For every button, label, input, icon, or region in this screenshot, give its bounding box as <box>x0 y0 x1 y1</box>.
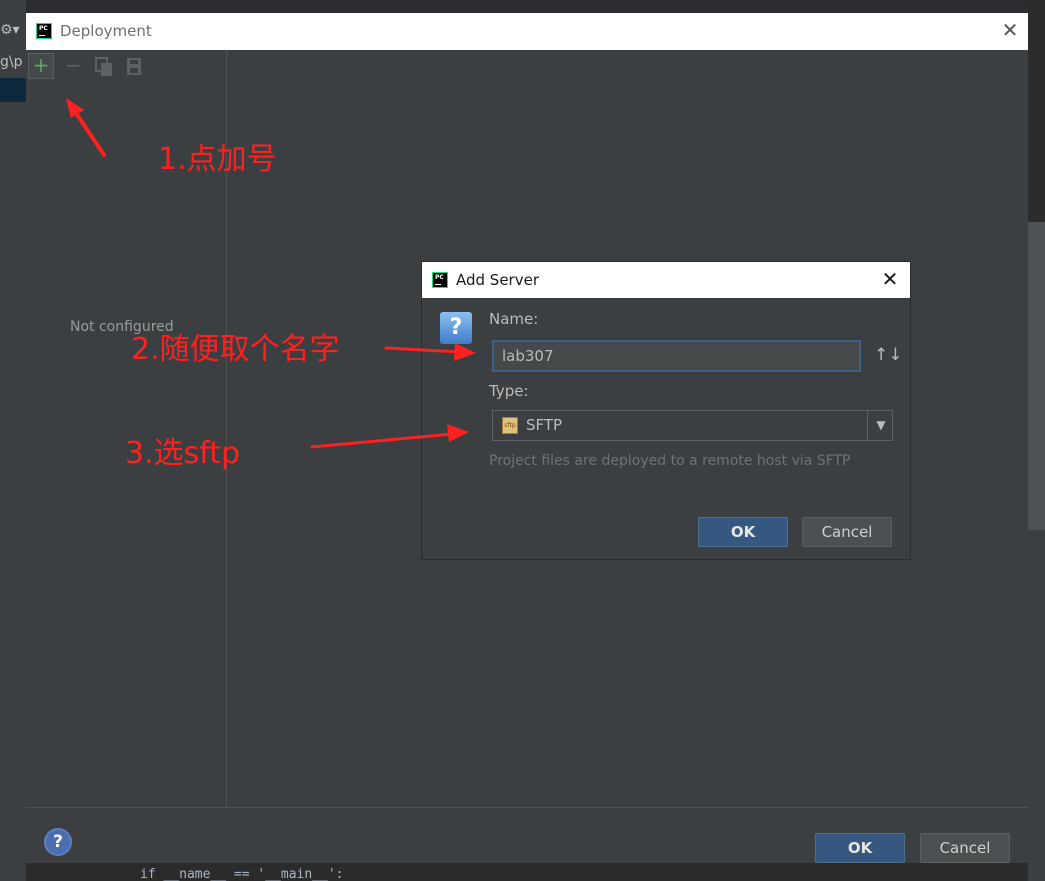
ide-right-editor-strip <box>1028 0 1045 222</box>
name-input[interactable] <box>492 340 861 372</box>
ide-left-selected-row <box>0 78 26 102</box>
pycharm-logo-icon: PC <box>432 272 448 288</box>
add-server-title: Add Server <box>456 271 539 289</box>
footer-divider <box>26 807 1028 808</box>
ok-button[interactable]: OK <box>815 833 905 863</box>
ide-path-fragment: g\p <box>0 54 23 70</box>
annotation-step1: 1.点加号 <box>158 142 277 177</box>
deployment-title: Deployment <box>60 22 152 40</box>
close-icon[interactable]: ✕ <box>878 267 902 291</box>
select-divider <box>867 411 868 440</box>
deployment-titlebar: PC Deployment ✕ <box>26 13 1028 50</box>
ide-scrollbar-thumb[interactable] <box>1028 222 1045 530</box>
help-icon[interactable]: ? <box>44 828 72 856</box>
annotation-step3: 3.选sftp <box>125 436 241 471</box>
pycharm-logo-icon: PC <box>36 23 52 39</box>
type-select[interactable]: sftp SFTP ▼ <box>492 410 893 441</box>
copy-icon[interactable] <box>94 56 114 78</box>
sftp-icon: sftp <box>502 417 518 434</box>
gear-icon[interactable]: ⚙▾ <box>0 22 26 44</box>
type-description: Project files are deployed to a remote h… <box>489 453 851 469</box>
cancel-button[interactable]: Cancel <box>920 833 1010 863</box>
code-line: if __name__ == '__main__': <box>140 867 344 881</box>
sort-arrows-icon[interactable]: ↑↓ <box>874 342 903 368</box>
add-server-cancel-button[interactable]: Cancel <box>802 517 892 547</box>
question-icon: ? <box>440 312 472 344</box>
name-label: Name: <box>489 310 539 328</box>
ide-background-top <box>26 0 1028 14</box>
add-server-ok-button[interactable]: OK <box>698 517 788 547</box>
close-icon[interactable]: ✕ <box>998 18 1022 42</box>
ide-left-panel <box>0 0 26 881</box>
save-as-template-icon[interactable] <box>125 56 145 78</box>
annotation-step2: 2.随便取个名字 <box>131 332 340 367</box>
dropdown-arrow-icon[interactable]: ▼ <box>869 411 893 440</box>
add-server-dialog: PC Add Server ✕ ? Name: ↑↓ Type: sftp SF… <box>421 261 911 560</box>
add-server-titlebar: PC Add Server ✕ <box>422 262 910 298</box>
type-label: Type: <box>489 382 529 400</box>
type-selected-value: SFTP <box>526 416 563 434</box>
add-server-button[interactable]: + <box>28 53 54 79</box>
ide-code-editor: if __name__ == '__main__': <box>26 863 1028 881</box>
remove-server-button[interactable]: − <box>62 53 84 79</box>
